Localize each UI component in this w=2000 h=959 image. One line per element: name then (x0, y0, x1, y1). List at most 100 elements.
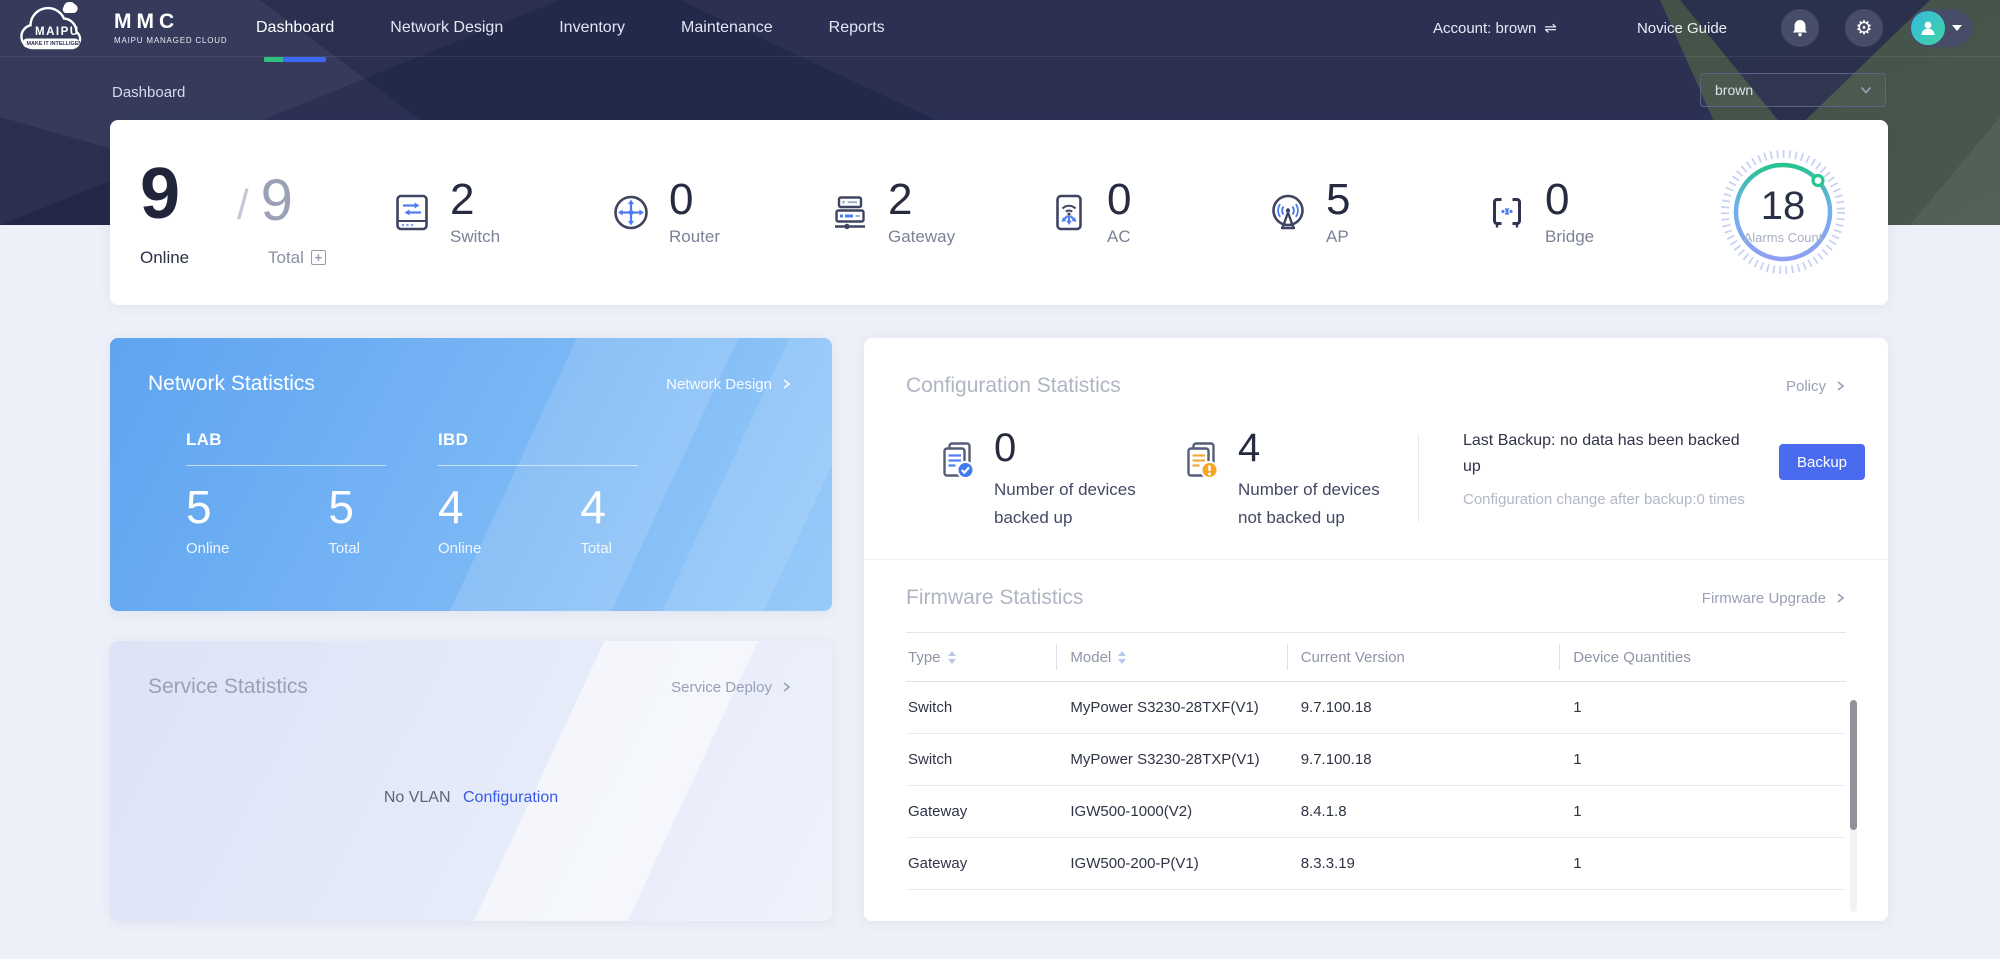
not-backed-up-count: 4 (1238, 428, 1402, 468)
notifications-button[interactable] (1781, 9, 1819, 47)
nav-item-dashboard[interactable]: Dashboard (256, 0, 334, 56)
column-header-current-version: Current Version (1287, 649, 1560, 666)
table-scrollbar[interactable] (1850, 700, 1857, 912)
lab-online-count: 5 (186, 484, 229, 530)
service-statistics-card: Service Statistics Service Deploy No VLA… (110, 641, 832, 921)
ap-count: 5 (1326, 178, 1350, 222)
router-icon (608, 190, 654, 236)
table-row[interactable]: Switch MyPower S3230-28TXF(V1) 9.7.100.1… (906, 682, 1846, 734)
active-tab-indicator (264, 57, 326, 62)
table-row[interactable]: Gateway IGW500-1000(V2) 8.4.1.8 1 (906, 786, 1846, 838)
sort-icon[interactable] (1118, 651, 1126, 664)
stat-gateway: 2 Gateway (827, 178, 1046, 247)
maipu-cloud-logo-icon: MAIPU MAKE IT INTELLIGENT (10, 2, 102, 54)
chevron-right-icon (780, 681, 792, 693)
column-header-device-quantities: Device Quantities (1559, 649, 1846, 666)
device-overview-card: 9 / 9 Online Total + (110, 120, 1888, 305)
service-deploy-link[interactable]: Service Deploy (671, 679, 792, 696)
ap-icon (1265, 190, 1311, 236)
devices-not-backed-up-stat: 4 Number of devices not backed up (1178, 428, 1402, 531)
devices-backed-up-stat: 0 Number of devices backed up (934, 428, 1158, 531)
bridge-icon (1484, 190, 1530, 236)
gateway-label: Gateway (888, 227, 955, 247)
bridge-label: Bridge (1545, 227, 1594, 247)
router-label: Router (669, 227, 720, 247)
config-not-backed-up-icon (1178, 438, 1224, 484)
config-backed-up-icon (934, 438, 980, 484)
gateway-count: 2 (888, 178, 955, 222)
nav-item-reports[interactable]: Reports (829, 0, 885, 56)
brand-logo[interactable]: MAIPU MAKE IT INTELLIGENT MMC MAIPU MANA… (10, 2, 242, 54)
service-statistics-title: Service Statistics (148, 675, 308, 699)
router-count: 0 (669, 178, 720, 222)
total-count: 9 (261, 172, 293, 230)
backed-up-count: 0 (994, 428, 1158, 468)
chevron-right-icon (1834, 380, 1846, 392)
site-select-value: brown (1715, 82, 1753, 98)
separator: / (237, 184, 249, 230)
table-row[interactable]: Switch MyPower S3230-28TXP(V1) 9.7.100.1… (906, 734, 1846, 786)
firmware-table: Type Model Current Version Device Quanti… (906, 632, 1846, 890)
brand-name: MMC (114, 11, 227, 32)
dashboard-page: MAIPU MAKE IT INTELLIGENT MMC MAIPU MANA… (0, 0, 2000, 959)
online-total-summary: 9 / 9 Online Total + (140, 158, 389, 268)
column-header-model[interactable]: Model (1056, 649, 1286, 666)
backup-button[interactable]: Backup (1779, 444, 1865, 480)
firmware-upgrade-link[interactable]: Firmware Upgrade (1702, 590, 1846, 607)
novice-guide-link[interactable]: Novice Guide (1637, 20, 1727, 37)
nav-item-inventory[interactable]: Inventory (559, 0, 625, 56)
vertical-divider (1418, 434, 1419, 522)
network-statistics-card: Network Statistics Network Design LAB 5 … (110, 338, 832, 611)
site-select[interactable]: brown (1700, 73, 1886, 107)
ibd-online-count: 4 (438, 484, 481, 530)
expand-total-icon[interactable]: + (311, 250, 326, 265)
network-design-link[interactable]: Network Design (666, 376, 792, 393)
sort-icon[interactable] (948, 651, 956, 664)
user-menu[interactable] (1909, 9, 1972, 47)
nav-item-maintenance[interactable]: Maintenance (681, 0, 773, 56)
last-backup-text: Last Backup: no data has been backed up (1463, 428, 1759, 481)
online-label: Online (140, 248, 237, 268)
backup-change-note: Configuration change after backup:0 time… (1463, 488, 1759, 512)
chevron-down-icon (1952, 25, 1962, 31)
configuration-statistics-title: Configuration Statistics (906, 374, 1121, 398)
ibd-total-count: 4 (580, 484, 612, 530)
logo-tagline: MAKE IT INTELLIGENT (27, 41, 87, 47)
vlan-configuration-link[interactable]: Configuration (463, 789, 558, 806)
chevron-right-icon (780, 378, 792, 390)
bridge-count: 0 (1545, 178, 1594, 222)
network-group-lab: LAB 5 Online 5 Total (186, 430, 386, 557)
swap-icon: ⇌ (1544, 19, 1557, 37)
avatar (1911, 11, 1945, 45)
settings-button[interactable]: ⚙ (1845, 9, 1883, 47)
gateway-icon (827, 190, 873, 236)
network-statistics-title: Network Statistics (148, 372, 315, 396)
ac-count: 0 (1107, 178, 1131, 222)
firmware-table-header: Type Model Current Version Device Quanti… (906, 633, 1846, 682)
switch-label: Switch (450, 227, 500, 247)
policy-link[interactable]: Policy (1786, 378, 1846, 395)
alarms-count: 18 (1717, 184, 1849, 229)
chevron-right-icon (1834, 592, 1846, 604)
stat-ac: 0 AC (1046, 178, 1265, 247)
chevron-down-icon (1859, 83, 1873, 97)
stat-ap: 5 AP (1265, 178, 1484, 247)
table-row[interactable]: Gateway IGW500-200-P(V1) 8.3.3.19 1 (906, 838, 1846, 890)
configuration-firmware-card: Configuration Statistics Policy (864, 338, 1888, 921)
person-icon (1918, 18, 1938, 38)
gear-icon: ⚙ (1855, 19, 1872, 38)
switch-count: 2 (450, 178, 500, 222)
account-switcher[interactable]: Account: brown ⇌ (1433, 19, 1557, 37)
lab-total-count: 5 (328, 484, 360, 530)
ac-label: AC (1107, 227, 1131, 247)
stat-bridge: 0 Bridge (1484, 178, 1703, 247)
ap-label: AP (1326, 227, 1350, 247)
alarms-gauge[interactable]: 18 Alarms Count (1717, 146, 1849, 278)
nav-item-network-design[interactable]: Network Design (390, 0, 503, 56)
stat-router: 0 Router (608, 178, 827, 247)
no-vlan-text: No VLAN (384, 789, 451, 806)
scrollbar-thumb[interactable] (1850, 700, 1857, 830)
bell-icon (1790, 18, 1810, 38)
column-header-type[interactable]: Type (906, 649, 1056, 666)
network-group-ibd: IBD 4 Online 4 Total (438, 430, 638, 557)
